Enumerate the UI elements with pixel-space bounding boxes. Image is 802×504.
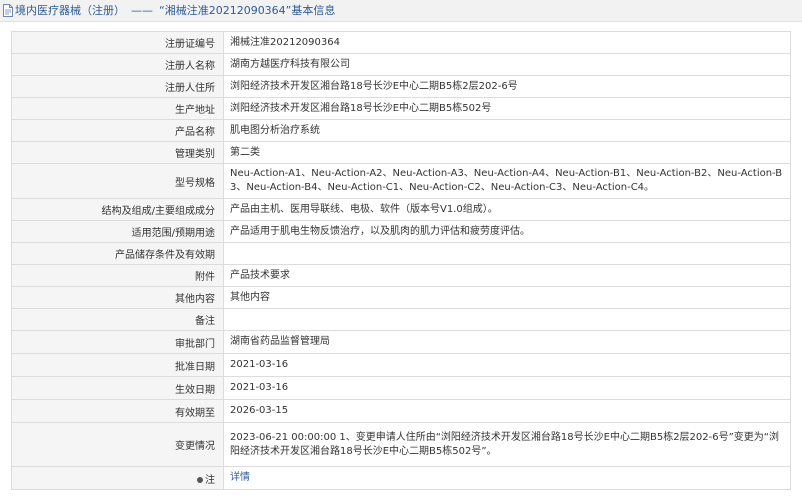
table-row: 生效日期 2021-03-16 (11, 376, 791, 400)
info-table: 注册证编号 湘械注准20212090364 注册人名称 湖南方越医疗科技有限公司… (11, 31, 791, 490)
table-row: 管理类别 第二类 (11, 141, 791, 164)
field-value (223, 308, 791, 331)
table-row: 批准日期 2021-03-16 (11, 353, 791, 377)
table-row: 结构及组成/主要组成成分 产品由主机、医用导联线、电极、软件（版本号V1.0组成… (11, 198, 791, 221)
title-separator: —— (131, 4, 153, 17)
field-value: 2023-06-21 00:00:00 1、变更申请人住所由“浏阳经济技术开发区… (223, 422, 791, 467)
note-label: 注 (205, 474, 215, 486)
field-label: 管理类别 (11, 141, 224, 164)
field-label: 结构及组成/主要组成成分 (11, 198, 224, 221)
info-table-container: 注册证编号 湘械注准20212090364 注册人名称 湖南方越医疗科技有限公司… (11, 31, 791, 490)
field-label: 审批部门 (11, 330, 224, 354)
field-value: 产品适用于肌电生物反馈治疗，以及肌肉的肌力评估和疲劳度评估。 (223, 220, 791, 243)
field-value (223, 242, 791, 265)
field-value: 产品由主机、医用导联线、电极、软件（版本号V1.0组成）。 (223, 198, 791, 221)
note-value-cell: 详情 (223, 466, 791, 490)
field-label: 其他内容 (11, 286, 224, 309)
field-label: 生效日期 (11, 376, 224, 400)
details-link[interactable]: 详情 (230, 472, 250, 483)
document-icon (3, 4, 13, 17)
field-label: 注册证编号 (11, 31, 224, 54)
table-row: 注册人住所 浏阳经济技术开发区湘台路18号长沙E中心二期B5栋2层202-6号 (11, 75, 791, 98)
table-row: 其他内容 其他内容 (11, 286, 791, 309)
page-title: 境内医疗器械（注册） —— “湘械注准20212090364”基本信息 (15, 3, 335, 18)
table-row: 注册人名称 湖南方越医疗科技有限公司 (11, 53, 791, 76)
field-value: 浏阳经济技术开发区湘台路18号长沙E中心二期B5栋502号 (223, 97, 791, 120)
field-label: 型号规格 (11, 163, 224, 199)
field-value: Neu-Action-A1、Neu-Action-A2、Neu-Action-A… (223, 163, 791, 199)
table-row: 型号规格 Neu-Action-A1、Neu-Action-A2、Neu-Act… (11, 163, 791, 199)
field-label: 产品名称 (11, 119, 224, 142)
field-label: 批准日期 (11, 353, 224, 377)
field-value: 产品技术要求 (223, 264, 791, 287)
field-value: 2021-03-16 (223, 376, 791, 400)
page-category: 境内医疗器械（注册） (15, 4, 125, 17)
field-value: 2021-03-16 (223, 353, 791, 377)
field-value: 湖南省药品监督管理局 (223, 330, 791, 354)
field-label: 生产地址 (11, 97, 224, 120)
table-row: 注册证编号 湘械注准20212090364 (11, 31, 791, 54)
field-label: 适用范围/预期用途 (11, 220, 224, 243)
field-value: 湖南方越医疗科技有限公司 (223, 53, 791, 76)
field-value: 第二类 (223, 141, 791, 164)
table-row: 有效期至 2026-03-15 (11, 399, 791, 423)
field-label: 注册人住所 (11, 75, 224, 98)
table-row: 变更情况 2023-06-21 00:00:00 1、变更申请人住所由“浏阳经济… (11, 422, 791, 467)
table-row: 备注 (11, 308, 791, 331)
field-value: 其他内容 (223, 286, 791, 309)
field-label: 变更情况 (11, 422, 224, 467)
field-label: 注册人名称 (11, 53, 224, 76)
table-row: 生产地址 浏阳经济技术开发区湘台路18号长沙E中心二期B5栋502号 (11, 97, 791, 120)
table-row: 产品名称 肌电图分析治疗系统 (11, 119, 791, 142)
field-value: 湘械注准20212090364 (223, 31, 791, 54)
field-label: 附件 (11, 264, 224, 287)
field-label: 备注 (11, 308, 224, 331)
field-value: 2026-03-15 (223, 399, 791, 423)
page-record-title: “湘械注准20212090364”基本信息 (159, 4, 336, 17)
note-dot-icon (197, 476, 203, 483)
table-row: 产品储存条件及有效期 (11, 242, 791, 265)
field-value: 肌电图分析治疗系统 (223, 119, 791, 142)
page-header: 境内医疗器械（注册） —— “湘械注准20212090364”基本信息 (0, 0, 802, 22)
table-row: 附件 产品技术要求 (11, 264, 791, 287)
field-value: 浏阳经济技术开发区湘台路18号长沙E中心二期B5栋2层202-6号 (223, 75, 791, 98)
table-row: 审批部门 湖南省药品监督管理局 (11, 330, 791, 354)
note-label-cell: 注 (11, 466, 224, 490)
table-row: 注 详情 (11, 466, 791, 490)
field-label: 产品储存条件及有效期 (11, 242, 224, 265)
table-row: 适用范围/预期用途 产品适用于肌电生物反馈治疗，以及肌肉的肌力评估和疲劳度评估。 (11, 220, 791, 243)
field-label: 有效期至 (11, 399, 224, 423)
